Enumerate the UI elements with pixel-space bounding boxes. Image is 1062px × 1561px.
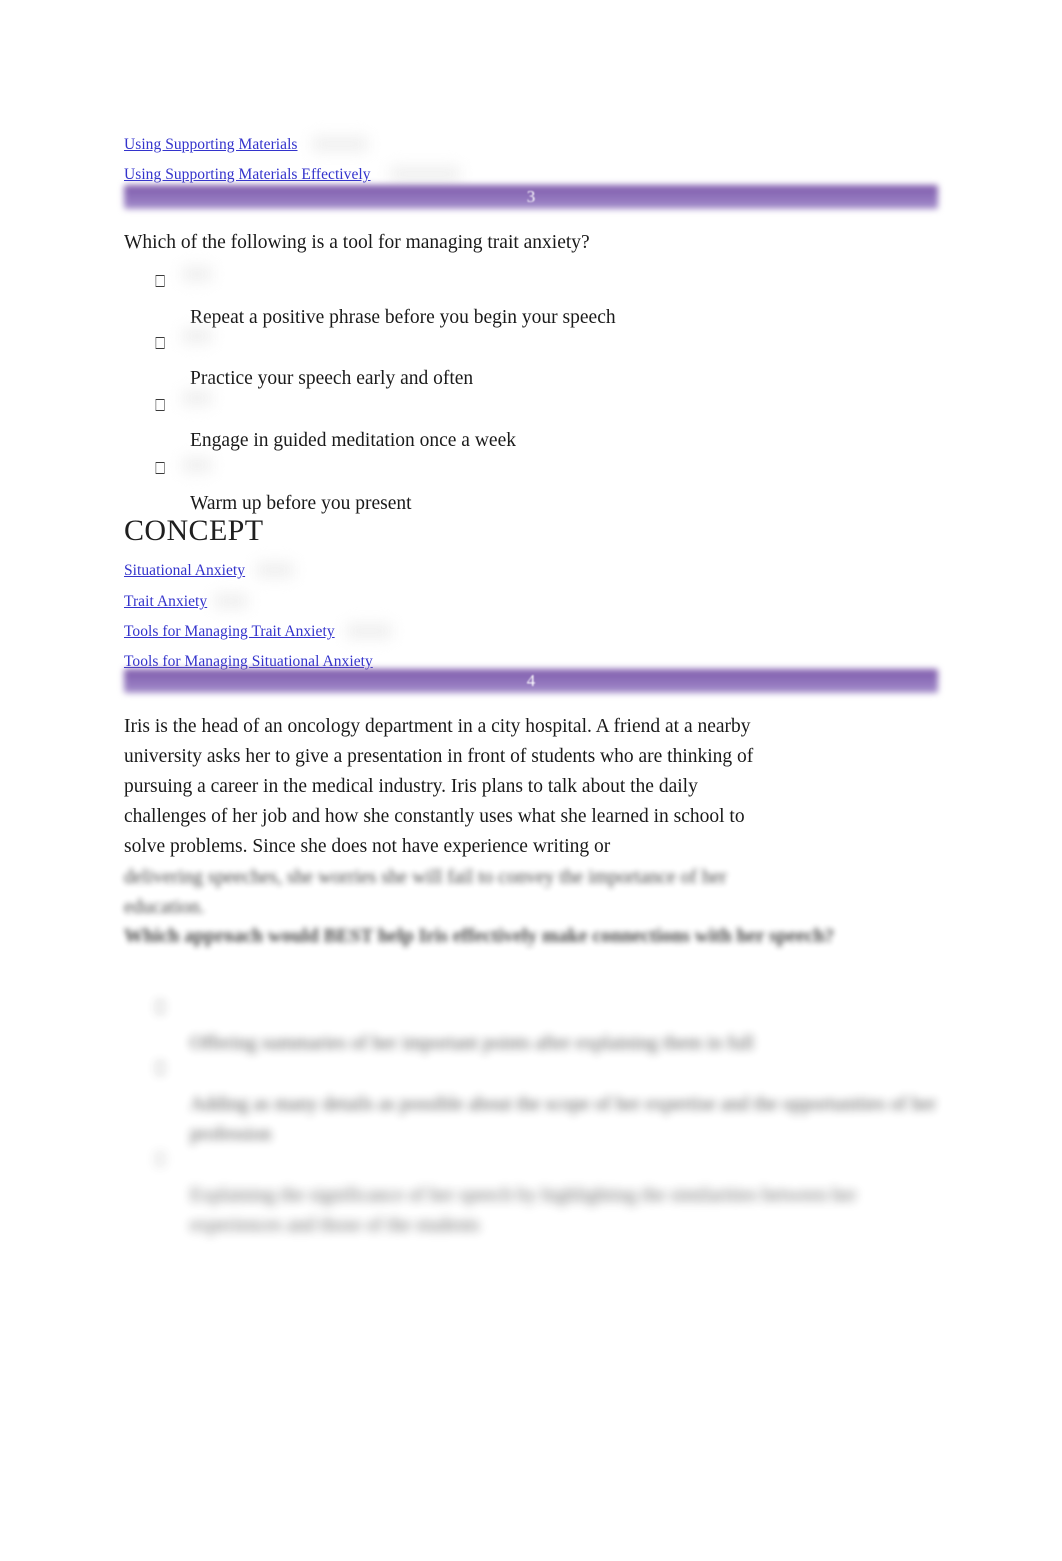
question-3-option-3[interactable]: Engage in guided meditation once a week [190,426,950,456]
option-checkbox-icon[interactable]: ⎕ [155,1150,165,1170]
question-3-option-2[interactable]: Practice your speech early and often [190,364,950,394]
question-3-option-4[interactable]: Warm up before you present [190,489,950,519]
redaction-smudge [182,390,212,406]
concept-link-situational-anxiety[interactable]: Situational Anxiety [124,562,245,580]
question-number-3: 3 [526,187,536,206]
question-4-stem-continued-line-1: delivering speeches, she worries she wil… [124,867,727,888]
question-4-stem-prompt: Which approach would BEST help Iris effe… [124,926,835,947]
redaction-smudge [312,136,368,152]
option-checkbox-icon[interactable]: ⎕ [155,1059,165,1079]
option-checkbox-icon[interactable]: ⎕ [155,396,165,416]
question-4-stem-continued-line-2: education. [124,897,205,918]
question-4-option-2[interactable]: Adding as many details as possible about… [190,1090,950,1150]
question-4-stem: Iris is the head of an oncology departme… [124,716,754,857]
concept-link-using-supporting-materials[interactable]: Using Supporting Materials [124,136,298,154]
redaction-smudge [390,166,460,182]
redaction-smudge [214,593,248,609]
concept-heading: CONCEPT [124,514,264,547]
redaction-smudge [182,457,212,473]
option-checkbox-icon[interactable]: ⎕ [155,272,165,292]
option-checkbox-icon[interactable]: ⎕ [155,998,165,1018]
concept-link-trait-anxiety[interactable]: Trait Anxiety [124,593,207,611]
question-number-4: 4 [526,671,536,690]
concept-link-using-supporting-materials-effectively[interactable]: Using Supporting Materials Effectively [124,166,371,184]
question-3-stem: Which of the following is a tool for man… [124,232,590,253]
redaction-smudge [256,562,294,578]
quiz-page: Using Supporting Materials Using Support… [0,0,1062,1561]
concept-link-tools-for-managing-trait-anxiety[interactable]: Tools for Managing Trait Anxiety [124,623,335,641]
question-4-option-1[interactable]: Offering summaries of her important poin… [190,1029,950,1059]
redaction-smudge [346,623,392,639]
question-3-option-1[interactable]: Repeat a positive phrase before you begi… [190,303,950,333]
option-checkbox-icon[interactable]: ⎕ [155,334,165,354]
question-4-option-3[interactable]: Explaining the significance of her speec… [190,1181,950,1241]
redaction-smudge [182,266,212,282]
redaction-smudge [182,328,212,344]
option-checkbox-icon[interactable]: ⎕ [155,459,165,479]
